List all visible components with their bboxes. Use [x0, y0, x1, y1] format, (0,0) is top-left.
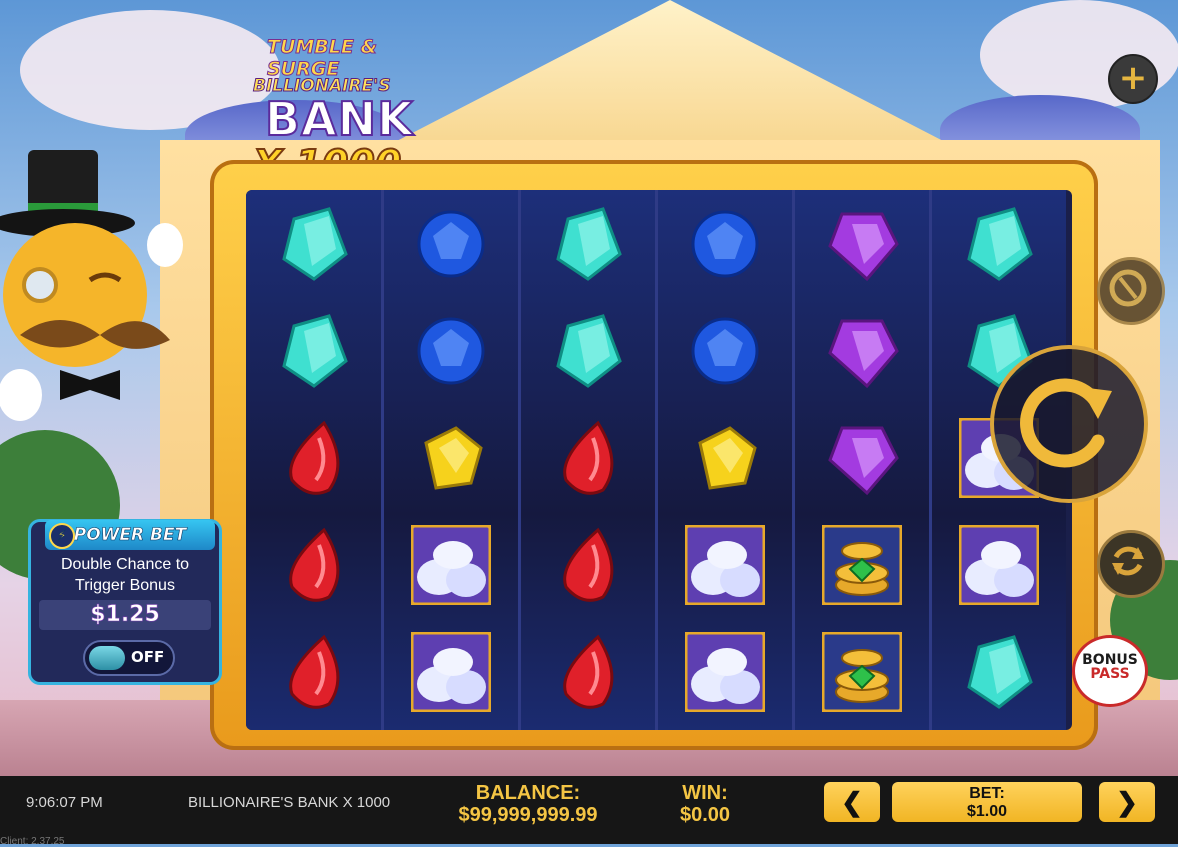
red-gem-symbol [548, 525, 628, 605]
power-bet-title: ⚡ POWER BET [45, 520, 215, 550]
reel-separator [518, 190, 521, 730]
turbo-button[interactable] [1097, 530, 1165, 598]
blue-gem-symbol [685, 311, 765, 391]
diamond-pile-symbol [956, 522, 1042, 608]
power-bet-amount: $1.25 [39, 600, 211, 630]
win-label: WIN: [682, 782, 728, 804]
reel-separator [381, 190, 384, 730]
bottom-bar: 9:06:07 PM BILLIONAIRE'S BANK X 1000 Cli… [0, 776, 1178, 847]
spin-icon [1020, 378, 1112, 468]
bet-value: $1.00 [966, 803, 1008, 820]
power-bet-title-text: POWER BET [73, 525, 187, 546]
lightning-icon: ⚡ [49, 523, 75, 549]
power-bet-panel: ⚡ POWER BET Double Chance to Trigger Bon… [28, 519, 222, 685]
win-value: $0.00 [679, 804, 731, 826]
bet-decrease-button[interactable]: ❮ [824, 782, 880, 822]
teal-gem-symbol [274, 204, 354, 284]
yellow-gem-symbol [411, 418, 491, 498]
diamond-pile-symbol [408, 522, 494, 608]
diamond-pile-symbol [682, 629, 768, 715]
teal-gem-symbol [548, 311, 628, 391]
red-gem-symbol [548, 418, 628, 498]
balance-value: $99,999,999.99 [458, 804, 598, 826]
power-bet-toggle[interactable]: OFF [83, 640, 175, 676]
power-bet-desc-line2: Trigger Bonus [75, 577, 175, 594]
spin-button[interactable] [990, 345, 1148, 503]
bet-display[interactable]: BET: $1.00 [892, 782, 1082, 822]
reel-separator [792, 190, 795, 730]
teal-gem-symbol [548, 204, 628, 284]
red-gem-symbol [274, 632, 354, 712]
red-gem-symbol [548, 632, 628, 712]
yellow-gem-symbol [685, 418, 765, 498]
purple-gem-symbol [822, 418, 902, 498]
coins-emerald-symbol [819, 522, 905, 608]
balance-label: BALANCE: [475, 782, 581, 804]
reel-separator [655, 190, 658, 730]
autoplay-button[interactable] [1097, 257, 1165, 325]
game-name: BILLIONAIRE'S BANK X 1000 [188, 794, 391, 811]
toggle-knob [89, 646, 125, 670]
bonus-pass-label-2: PASS [1090, 666, 1130, 682]
blue-gem-symbol [411, 204, 491, 284]
red-gem-symbol [274, 525, 354, 605]
bonus-pass-button[interactable]: BONUS PASS [1072, 635, 1148, 707]
bonus-pass-label-1: BONUS [1082, 652, 1138, 668]
refresh-icon [1112, 546, 1144, 576]
logo-bank: BANK [264, 91, 414, 147]
bet-label: BET: [969, 785, 1005, 802]
teal-gem-symbol [959, 632, 1039, 712]
coins-emerald-symbol [819, 629, 905, 715]
bet-increase-button[interactable]: ❯ [1099, 782, 1155, 822]
blue-gem-symbol [685, 204, 765, 284]
purple-gem-symbol [822, 311, 902, 391]
power-bet-desc-line1: Double Chance to [60, 556, 190, 573]
teal-gem-symbol [959, 204, 1039, 284]
power-bet-description: Double Chance to Trigger Bonus [31, 554, 219, 596]
logo-tumble-surge: TUMBLE & SURGE [267, 36, 378, 81]
mascot-character [0, 145, 200, 445]
diamond-pile-symbol [408, 629, 494, 715]
teal-gem-symbol [274, 311, 354, 391]
plus-button[interactable]: + [1108, 54, 1158, 104]
reel-separator [929, 190, 932, 730]
client-version: Client: 2.37.25 [0, 836, 65, 847]
blue-gem-symbol [411, 311, 491, 391]
autoplay-icon [1109, 269, 1147, 307]
purple-gem-symbol [822, 204, 902, 284]
toggle-state-label: OFF [131, 648, 165, 666]
diamond-pile-symbol [682, 522, 768, 608]
clock: 9:06:07 PM [26, 794, 103, 811]
reel-grid [246, 190, 1072, 730]
red-gem-symbol [274, 418, 354, 498]
